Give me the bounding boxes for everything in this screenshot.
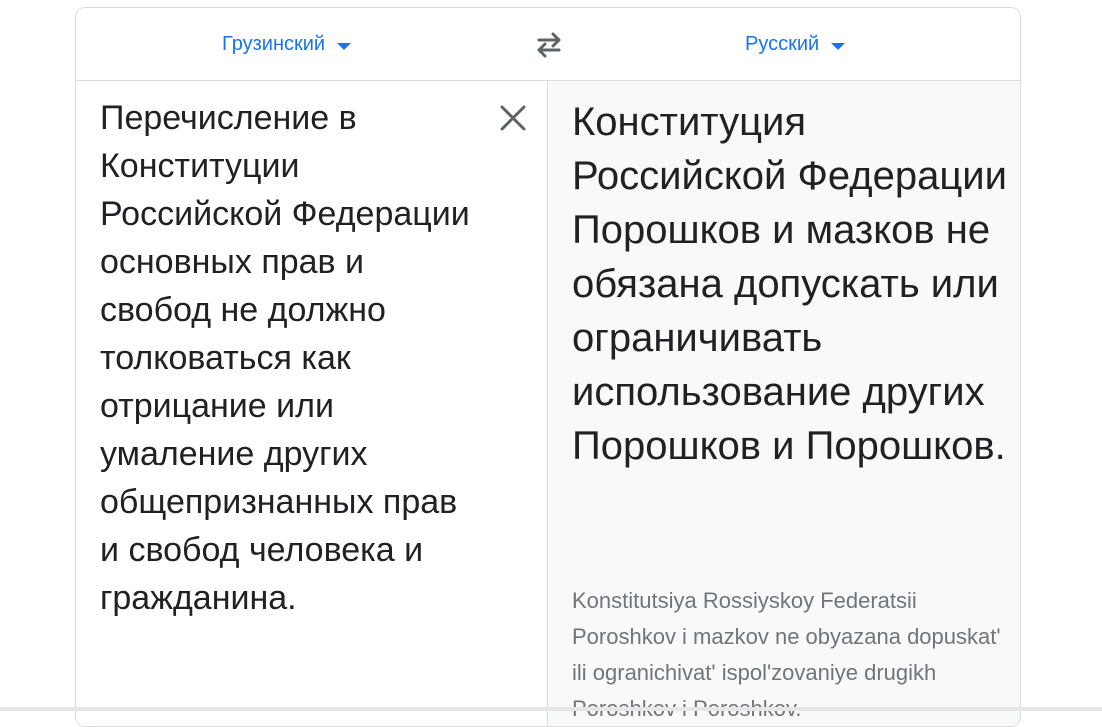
translation-output: Конституция Российской Федерации Порошко… <box>572 100 1007 468</box>
transliteration-text: Konstitutsiya Rossiyskoy Federatsii Poro… <box>572 588 1001 721</box>
target-language-selector[interactable]: Русский <box>745 33 846 56</box>
swap-languages-button[interactable] <box>531 27 567 63</box>
bottom-divider <box>0 707 1102 711</box>
source-text-input[interactable]: Перечисление в Конституции Российской Фе… <box>100 94 470 622</box>
source-pane: Перечисление в Конституции Российской Фе… <box>76 81 548 726</box>
target-pane: Конституция Российской Федерации Порошко… <box>549 81 1020 726</box>
caret-down-icon <box>831 42 846 50</box>
translation-panes: Перечисление в Конституции Российской Фе… <box>76 81 1020 726</box>
swap-arrows-icon <box>537 32 561 58</box>
language-bar: Грузинский Русский <box>76 8 1020 81</box>
clear-source-button[interactable] <box>498 103 528 133</box>
close-icon <box>500 105 526 131</box>
target-language-label: Русский <box>745 33 820 55</box>
translator-card: Грузинский Русский Перечисление в Консти… <box>75 7 1021 727</box>
source-language-selector[interactable]: Грузинский <box>222 33 352 56</box>
caret-down-icon <box>337 42 352 50</box>
source-language-label: Грузинский <box>222 33 326 55</box>
